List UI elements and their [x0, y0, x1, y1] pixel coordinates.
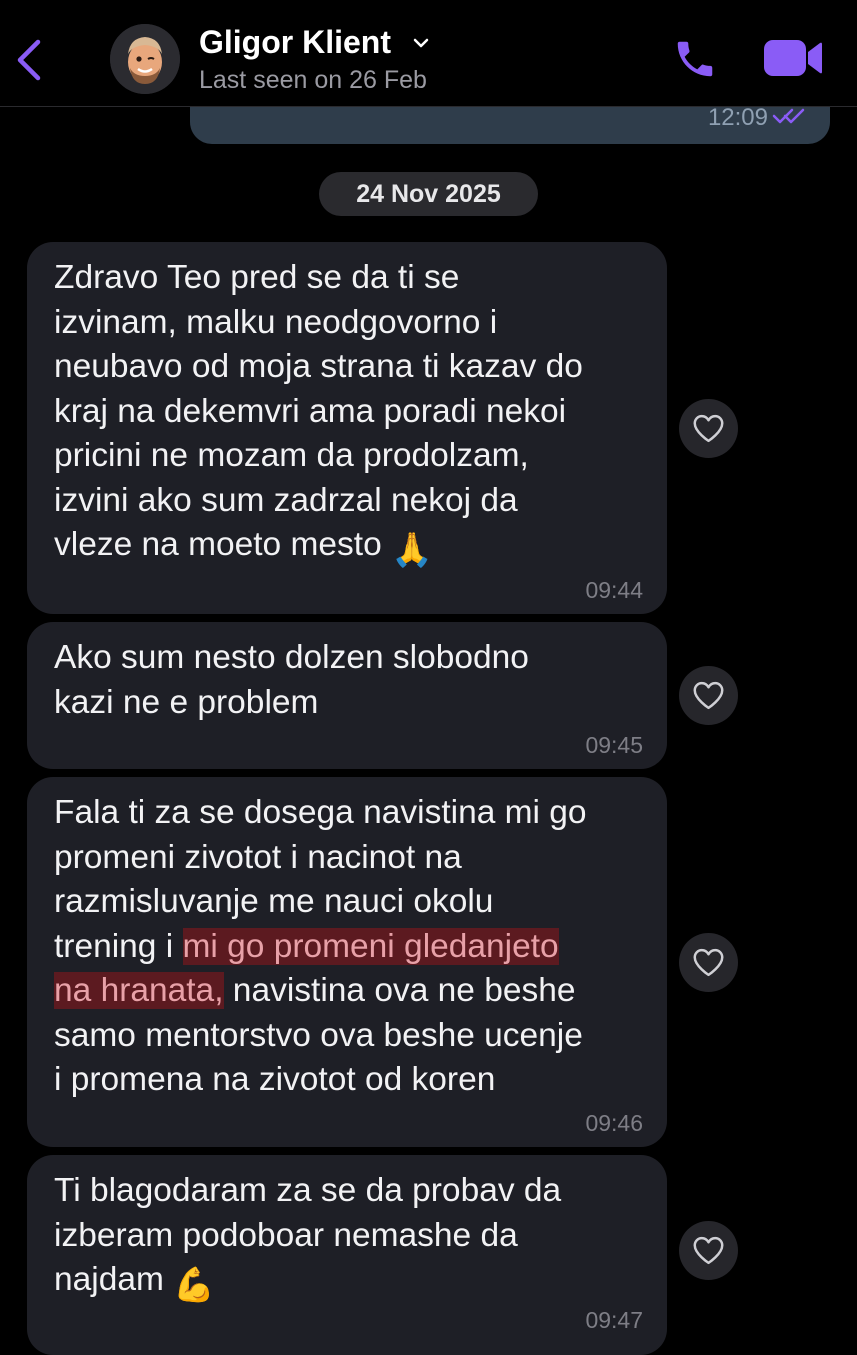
heart-outline-icon	[693, 948, 724, 977]
video-call-button[interactable]	[762, 36, 824, 80]
incoming-message[interactable]: Zdravo Teo pred se da ti se izvinam, mal…	[27, 242, 667, 614]
highlighted-text: na hranata,	[54, 972, 224, 1009]
video-camera-icon	[764, 40, 822, 76]
react-button[interactable]	[679, 1221, 738, 1280]
call-button[interactable]	[672, 36, 718, 82]
message-time: 09:45	[585, 732, 643, 758]
message-time: 09:46	[585, 1110, 643, 1136]
message-text: Fala ti za se dosega navistina mi go pro…	[54, 794, 587, 1098]
react-button[interactable]	[679, 399, 738, 458]
message-text: Zdravo Teo pred se da ti se izvinam, mal…	[54, 256, 641, 574]
contact-avatar[interactable]	[110, 24, 180, 94]
react-button[interactable]	[679, 933, 738, 992]
message-time: 09:47	[585, 1307, 643, 1333]
folded-hands-emoji: 🙏	[391, 532, 433, 569]
message-time: 12:09	[707, 104, 768, 131]
chevron-down-icon[interactable]	[412, 36, 430, 50]
flexed-biceps-emoji: 💪	[173, 1267, 215, 1304]
double-check-icon	[772, 108, 805, 124]
message-text: Ti blagodaram za se da probav da izberam…	[54, 1169, 641, 1309]
message-time: 09:44	[585, 577, 643, 603]
contact-name[interactable]: Gligor Klient	[199, 24, 391, 61]
react-button[interactable]	[679, 666, 738, 725]
heart-outline-icon	[693, 1236, 724, 1265]
highlighted-text: mi go promeni gledanjeto	[182, 927, 559, 965]
heart-outline-icon	[693, 681, 724, 710]
chevron-left-icon	[17, 39, 41, 81]
incoming-message[interactable]: Ako sum nesto dolzen slobodno kazi ne e …	[27, 622, 667, 769]
last-seen-status: Last seen on 26 Feb	[199, 66, 427, 94]
chat-header: Gligor Klient Last seen on 26 Feb	[0, 0, 857, 107]
back-button[interactable]	[14, 38, 46, 82]
message-text: Ako sum nesto dolzen slobodno kazi ne e …	[54, 639, 529, 721]
incoming-message[interactable]: Fala ti za se dosega navistina mi go pro…	[27, 777, 667, 1147]
heart-outline-icon	[693, 414, 724, 443]
phone-icon	[677, 41, 713, 77]
incoming-message[interactable]: Ti blagodaram za se da probav da izberam…	[27, 1155, 667, 1355]
date-separator: 24 Nov 2025	[319, 172, 538, 216]
